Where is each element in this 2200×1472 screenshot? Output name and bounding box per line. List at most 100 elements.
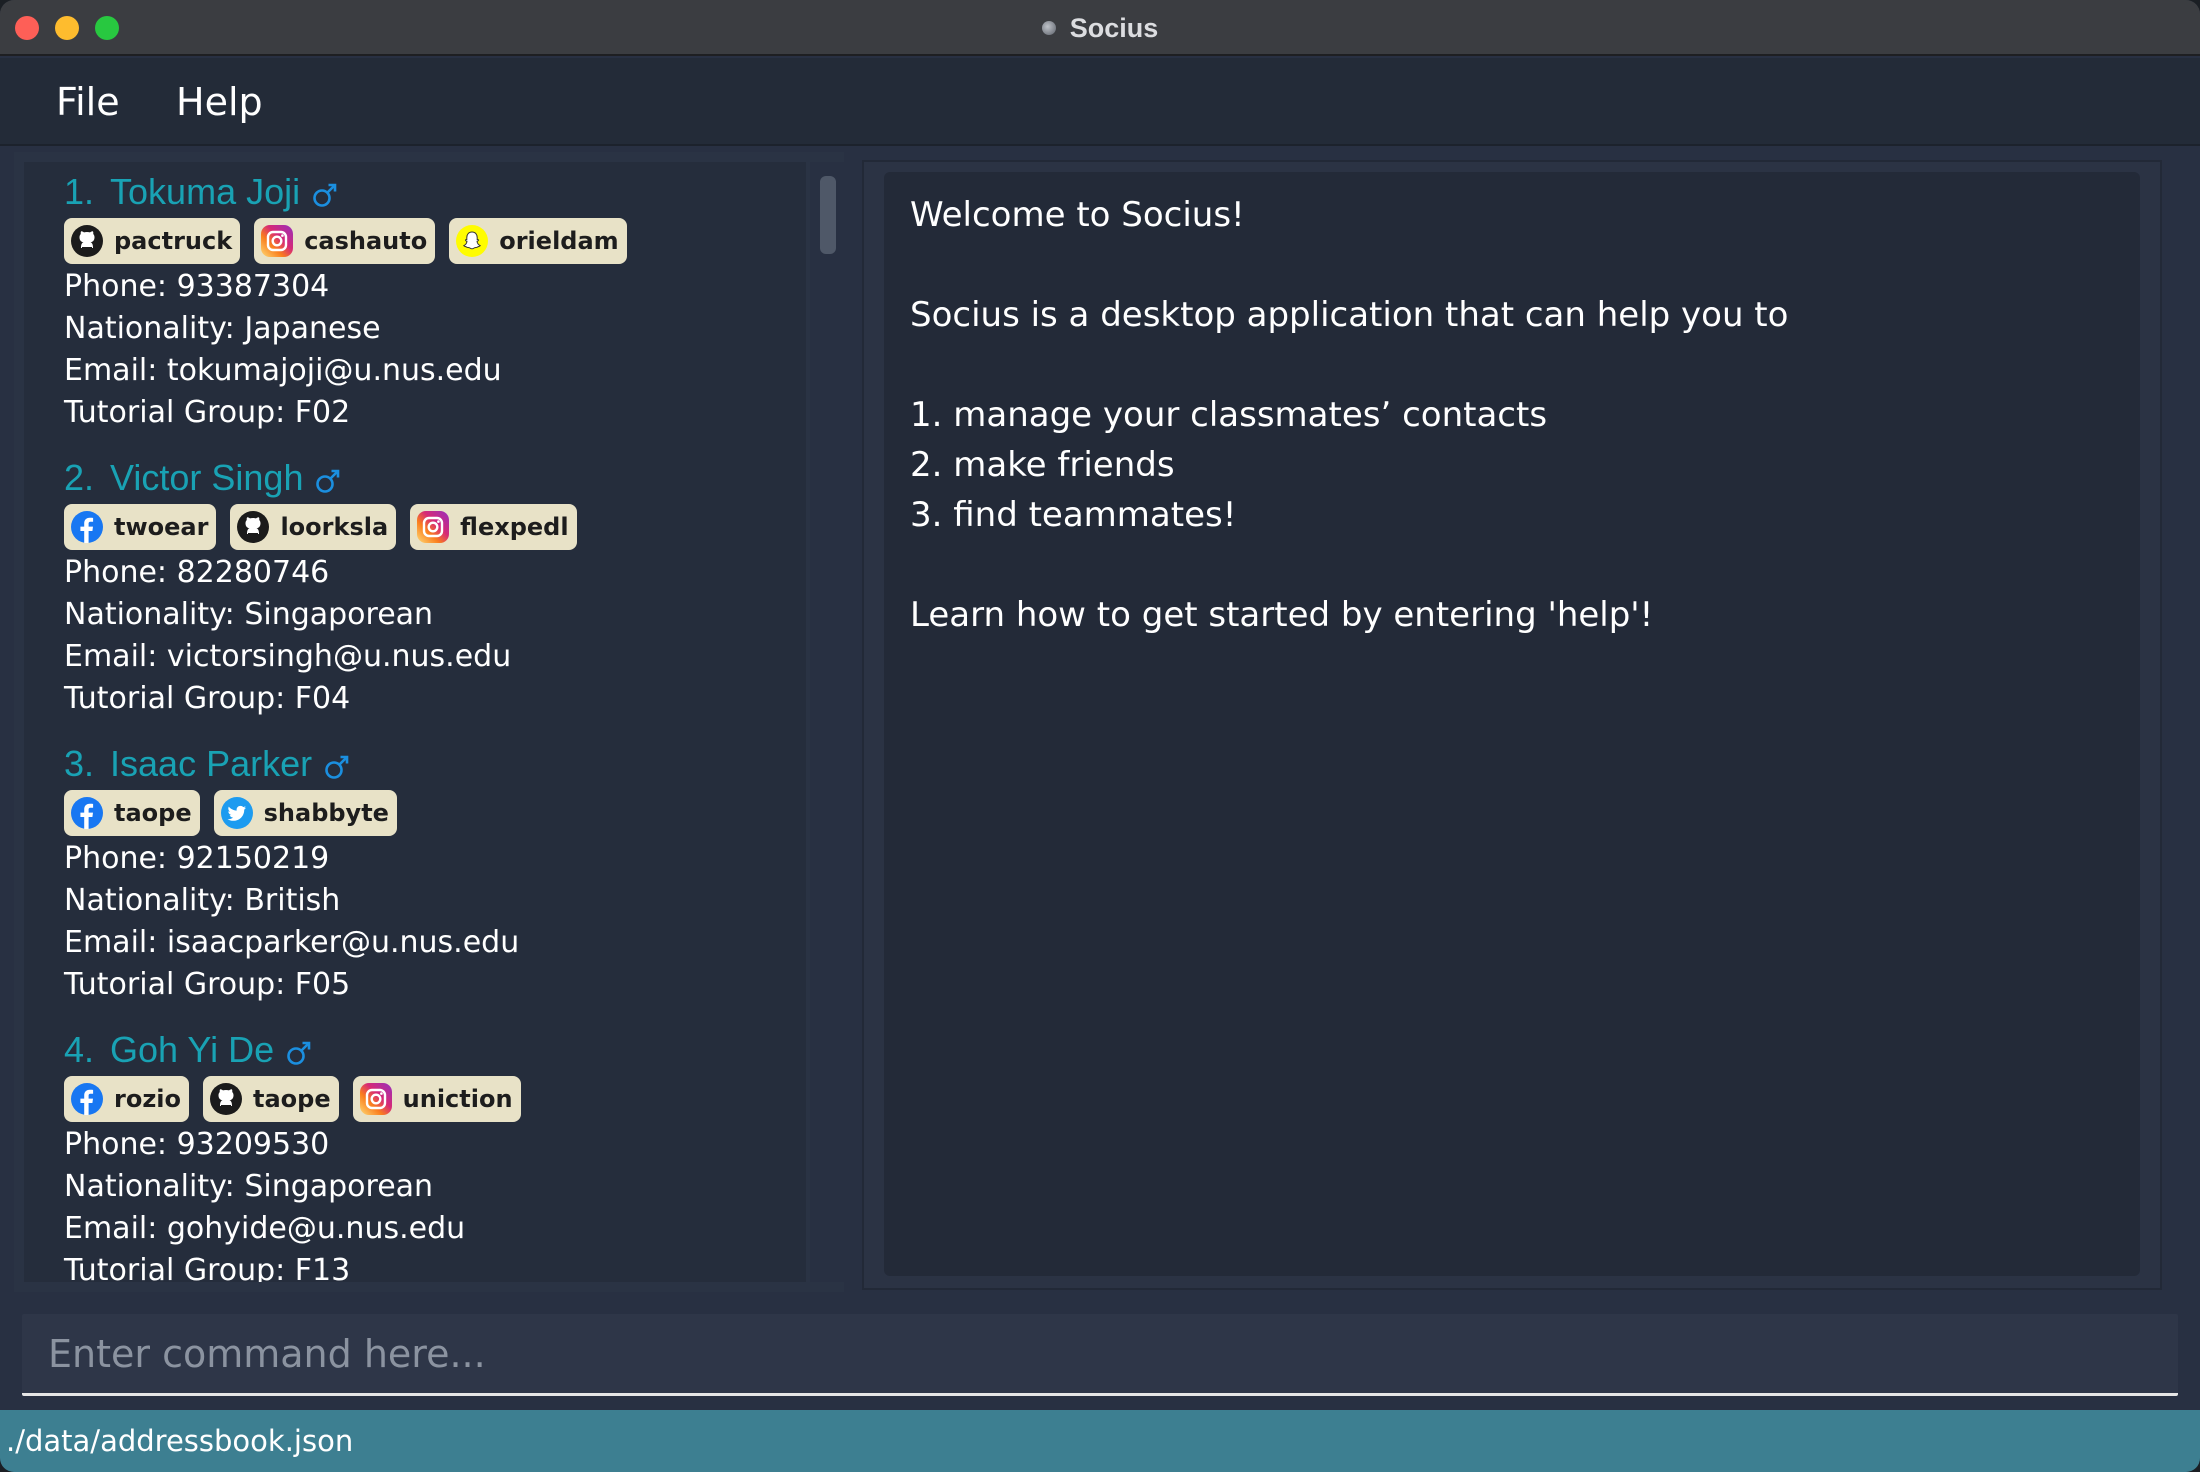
result-line <box>910 240 1788 290</box>
social-tag[interactable]: twoear <box>64 504 217 550</box>
result-line: 1. manage your classmates’ contacts <box>910 395 1548 435</box>
social-tag[interactable]: pactruck <box>64 218 241 264</box>
person-tutorial-group: Tutorial Group: F13 <box>64 1253 351 1282</box>
result-display-frame: Welcome to Socius! Socius is a desktop ap… <box>862 160 2162 1290</box>
social-handle: orieldam <box>499 227 619 255</box>
person-index: 4. <box>64 1029 95 1070</box>
person-email: Email: isaacparker@u.nus.edu <box>64 925 520 960</box>
person-name: Isaac Parker <box>110 743 313 784</box>
social-tags: rozio taope uniction <box>64 1076 804 1122</box>
person-card-header: 2. Victor Singh <box>64 456 804 500</box>
person-list-scrollbar[interactable] <box>810 162 844 1282</box>
person-nationality: Nationality: Singaporean <box>64 597 434 632</box>
person-email: Email: victorsingh@u.nus.edu <box>64 639 512 674</box>
male-gender-icon <box>313 463 343 493</box>
social-tag[interactable]: uniction <box>352 1076 521 1122</box>
command-box-area <box>0 1298 2200 1410</box>
twitter-icon <box>220 796 254 830</box>
person-email: Email: gohyide@u.nus.edu <box>64 1211 466 1246</box>
person-list[interactable]: 1. Tokuma Joji pactruck cashauto orieldam Pho… <box>24 162 806 1282</box>
title-bar: Socius <box>0 0 2200 56</box>
person-index: 1. <box>64 171 95 212</box>
male-gender-icon <box>322 749 352 779</box>
person-list-frame: 1. Tokuma Joji pactruck cashauto orieldam Pho… <box>14 152 844 1292</box>
result-line: Socius is a desktop application that can… <box>910 295 1789 335</box>
person-name: Goh Yi De <box>110 1029 275 1070</box>
status-save-path: ./data/addressbook.json <box>6 1424 354 1458</box>
social-tags: pactruck cashauto orieldam <box>64 218 804 264</box>
person-phone: Phone: 93209530 <box>64 1127 330 1162</box>
social-handle: loorksla <box>280 513 389 541</box>
social-tag[interactable]: rozio <box>64 1076 190 1122</box>
social-tag[interactable]: orieldam <box>449 218 627 264</box>
command-box <box>22 1314 2178 1396</box>
person-tutorial-group: Tutorial Group: F05 <box>64 967 351 1002</box>
facebook-icon <box>70 510 104 544</box>
social-tag[interactable]: cashauto <box>254 218 436 264</box>
social-handle: twoear <box>114 513 209 541</box>
social-tags: taope shabbyte <box>64 790 804 836</box>
social-tags: twoear loorksla flexpedl <box>64 504 804 550</box>
social-handle: flexpedl <box>460 513 569 541</box>
person-phone: Phone: 82280746 <box>64 555 330 590</box>
social-handle: taope <box>253 1085 331 1113</box>
facebook-icon <box>70 796 104 830</box>
instagram-icon <box>260 224 294 258</box>
app-window: Socius File Help 1. Tokuma Joji pactruck ca… <box>0 0 2200 1472</box>
person-name: Victor Singh <box>110 457 304 498</box>
social-tag[interactable]: flexpedl <box>410 504 577 550</box>
result-line: Welcome to Socius! <box>910 195 1245 235</box>
instagram-icon <box>359 1082 393 1116</box>
social-tag[interactable]: shabbyte <box>213 790 397 836</box>
social-handle: cashauto <box>304 227 428 255</box>
status-bar: ./data/addressbook.json <box>0 1410 2200 1472</box>
result-line <box>910 340 1788 390</box>
github-icon <box>70 224 104 258</box>
social-tag[interactable]: loorksla <box>230 504 397 550</box>
person-tutorial-group: Tutorial Group: F02 <box>64 395 351 430</box>
person-card-header: 3. Isaac Parker <box>64 742 804 786</box>
result-display[interactable]: Welcome to Socius! Socius is a desktop ap… <box>884 172 2140 1276</box>
snapchat-icon <box>455 224 489 258</box>
scrollbar-thumb[interactable] <box>820 176 836 254</box>
social-tag[interactable]: taope <box>203 1076 339 1122</box>
person-nationality: Nationality: Japanese <box>64 311 381 346</box>
result-line <box>910 540 1788 590</box>
social-handle: taope <box>114 799 192 827</box>
result-text: Welcome to Socius! Socius is a desktop ap… <box>910 190 1788 640</box>
github-icon <box>236 510 270 544</box>
person-card-header: 4. Goh Yi De <box>64 1028 804 1072</box>
social-handle: rozio <box>114 1085 182 1113</box>
social-handle: uniction <box>402 1085 513 1113</box>
person-card[interactable]: 3. Isaac Parker taope shabbyte Phone: 921502… <box>64 742 804 1006</box>
menu-file[interactable]: File <box>56 80 120 124</box>
social-handle: pactruck <box>114 227 233 255</box>
male-gender-icon <box>310 177 340 207</box>
github-icon <box>209 1082 243 1116</box>
person-index: 3. <box>64 743 95 784</box>
result-line: 2. make friends <box>910 445 1175 485</box>
result-line: Learn how to get started by entering 'he… <box>910 595 1654 635</box>
instagram-icon <box>416 510 450 544</box>
person-card[interactable]: 4. Goh Yi De rozio taope uniction Phone: 9320… <box>64 1028 804 1282</box>
person-index: 2. <box>64 457 95 498</box>
person-card[interactable]: 2. Victor Singh twoear loorksla flexpedl Phon… <box>64 456 804 720</box>
social-tag[interactable]: taope <box>64 790 200 836</box>
person-tutorial-group: Tutorial Group: F04 <box>64 681 351 716</box>
person-card-header: 1. Tokuma Joji <box>64 170 804 214</box>
app-icon <box>1041 21 1056 35</box>
male-gender-icon <box>284 1035 314 1065</box>
person-name: Tokuma Joji <box>110 171 301 212</box>
menu-help[interactable]: Help <box>176 80 263 124</box>
social-handle: shabbyte <box>263 799 389 827</box>
facebook-icon <box>70 1082 104 1116</box>
person-card[interactable]: 1. Tokuma Joji pactruck cashauto orieldam Pho… <box>64 170 804 434</box>
person-email: Email: tokumajoji@u.nus.edu <box>64 353 502 388</box>
window-title: Socius <box>1069 12 1159 43</box>
menu-bar: File Help <box>0 58 2200 146</box>
person-phone: Phone: 92150219 <box>64 841 330 876</box>
person-phone: Phone: 93387304 <box>64 269 330 304</box>
result-line: 3. find teammates! <box>910 495 1237 535</box>
command-input[interactable] <box>22 1314 2178 1393</box>
person-nationality: Nationality: Singaporean <box>64 1169 434 1204</box>
